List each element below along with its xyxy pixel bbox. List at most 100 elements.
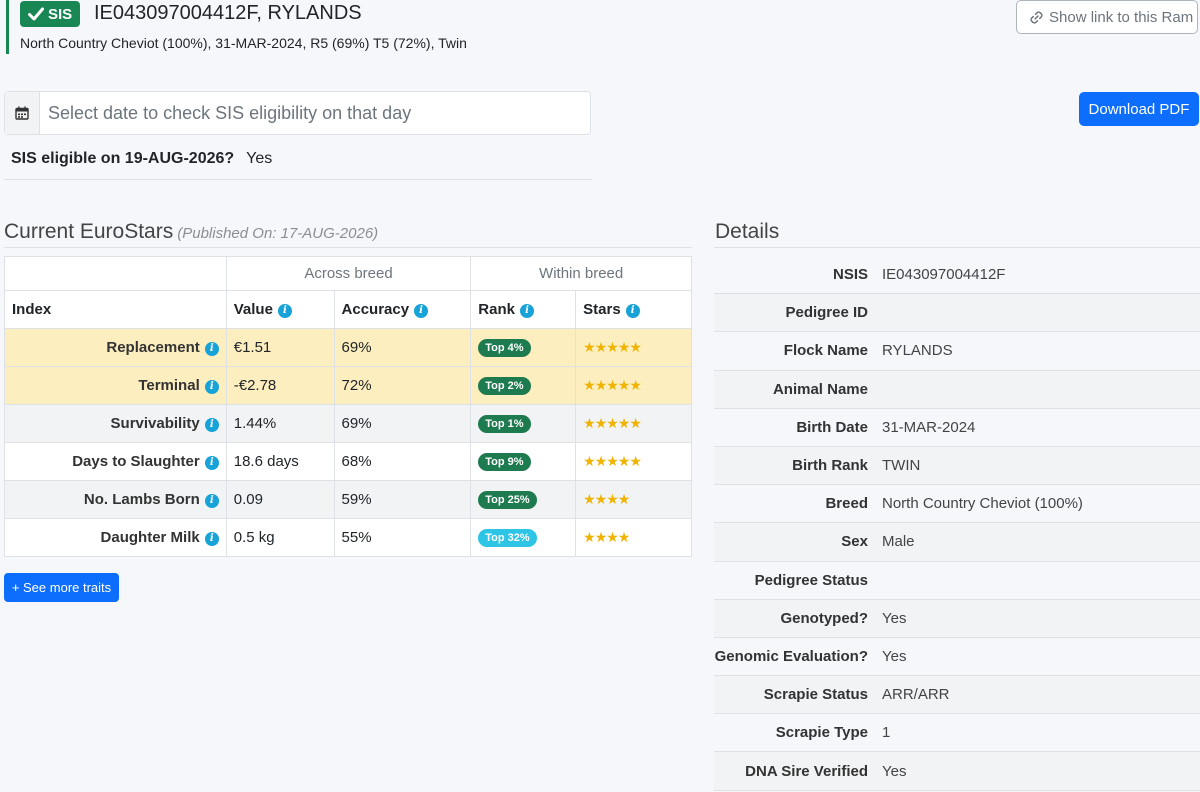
star-rating: ★★★★★ [583, 339, 642, 355]
detail-row: Sex Male [714, 523, 1200, 562]
info-icon[interactable]: i [204, 342, 219, 356]
detail-row: DNA Sire Verified Yes [714, 752, 1200, 791]
sis-eligibility: SIS eligible on 19-AUG-2026? Yes [11, 150, 272, 168]
detail-row: Pedigree Status [714, 562, 1200, 600]
detail-row: Genotyped? Yes [714, 599, 1200, 638]
info-icon[interactable]: i [204, 380, 219, 394]
info-icon[interactable]: i [414, 304, 429, 318]
index-accuracy: 72% [333, 366, 472, 405]
index-accuracy: 55% [333, 518, 472, 557]
info-icon[interactable]: i [277, 304, 292, 318]
detail-label: Birth Date [796, 418, 868, 436]
index-value: -€2.78 [225, 366, 335, 405]
detail-label: Genotyped? [780, 609, 868, 627]
index-value: 0.5 kg [225, 518, 335, 557]
detail-label: Animal Name [772, 380, 868, 398]
see-more-traits-button[interactable]: + See more traits [4, 573, 119, 602]
index-value: 1.44% [225, 404, 335, 443]
table-row: No. Lambs Born i 0.09 59% Top 25% ★★★★ [4, 480, 692, 519]
detail-label: Pedigree Status [754, 571, 868, 589]
check-icon [28, 7, 44, 21]
index-stars: ★★★★★ [575, 366, 692, 405]
info-icon[interactable]: i [204, 494, 219, 508]
detail-label: Genomic Evaluation? [714, 647, 868, 665]
index-name: Replacement i [4, 328, 227, 367]
col-header-stars: Stars i [575, 290, 692, 329]
detail-value: Yes [882, 609, 907, 627]
detail-value: IE043097004412F [882, 266, 1006, 284]
sis-badge-label: SIS [48, 5, 73, 23]
date-input[interactable] [40, 92, 590, 134]
table-row: Replacement i €1.51 69% Top 4% ★★★★★ [4, 328, 692, 367]
published-date: (Published On: 17-AUG-2026) [177, 225, 379, 242]
index-name: Terminal i [4, 366, 227, 405]
detail-row: Genomic Evaluation? Yes [714, 638, 1200, 677]
detail-label: NSIS [832, 266, 868, 284]
details-title: Details [715, 220, 780, 243]
group-header-empty [4, 256, 227, 291]
detail-label: Breed [825, 495, 868, 513]
index-value: 0.09 [225, 480, 335, 519]
index-accuracy: 69% [333, 404, 472, 443]
detail-value: Male [882, 533, 915, 551]
table-row: Daughter Milk i 0.5 kg 55% Top 32% ★★★★ [4, 518, 692, 557]
detail-label: Sex [841, 533, 868, 551]
detail-value: TWIN [882, 457, 921, 475]
eurostars-title: Current EuroStars (Published On: 17-AUG-2… [4, 220, 378, 244]
detail-row: Birth Rank TWIN [714, 446, 1200, 486]
eurostars-table: Across breed Within breed Index Value i A… [4, 256, 692, 557]
index-accuracy: 68% [333, 442, 472, 481]
detail-value: ARR/ARR [882, 686, 950, 704]
detail-row: Scrapie Status ARR/ARR [714, 676, 1200, 715]
animal-header: SIS IE043097004412F, RYLANDS North Count… [6, 0, 566, 54]
divider [4, 247, 692, 248]
info-icon[interactable]: i [204, 532, 219, 546]
index-stars: ★★★★★ [575, 328, 692, 367]
col-header-index: Index [4, 290, 227, 329]
info-icon[interactable]: i [204, 418, 219, 432]
index-accuracy: 59% [333, 480, 472, 519]
rank-badge: Top 4% [478, 339, 531, 357]
table-row: Survivability i 1.44% 69% Top 1% ★★★★★ [4, 404, 692, 443]
calendar-icon[interactable] [5, 92, 40, 134]
index-rank: Top 32% [470, 518, 577, 557]
animal-title: IE043097004412F, RYLANDS [94, 2, 362, 24]
table-row: Terminal i -€2.78 72% Top 2% ★★★★★ [4, 366, 692, 405]
detail-row: NSIS IE043097004412F [714, 256, 1200, 295]
info-icon[interactable]: i [204, 456, 219, 470]
index-rank: Top 4% [470, 328, 577, 367]
index-stars: ★★★★★ [575, 404, 692, 443]
rank-badge: Top 32% [478, 529, 537, 547]
animal-subtitle: North Country Cheviot (100%), 31-MAR-202… [20, 35, 467, 51]
link-icon [1030, 10, 1043, 24]
info-icon[interactable]: i [625, 304, 640, 318]
detail-label: DNA Sire Verified [745, 762, 868, 780]
index-value: 18.6 days [225, 442, 335, 481]
index-name: Survivability i [4, 404, 227, 443]
col-header-accuracy: Accuracy i [333, 290, 472, 329]
index-name: Days to Slaughter i [4, 442, 227, 481]
detail-value: RYLANDS [882, 342, 953, 360]
index-rank: Top 9% [470, 442, 577, 481]
info-icon[interactable]: i [519, 304, 534, 318]
detail-label: Birth Rank [792, 457, 868, 475]
rank-badge: Top 9% [478, 453, 531, 471]
divider [4, 179, 592, 180]
divider [714, 247, 1200, 248]
star-rating: ★★★★★ [583, 415, 642, 431]
index-value: €1.51 [225, 328, 335, 367]
detail-value: 1 [882, 724, 891, 742]
index-rank: Top 25% [470, 480, 577, 519]
show-link-button[interactable]: Show link to this Ram [1016, 0, 1198, 34]
show-link-label: Show link to this Ram [1049, 8, 1194, 26]
eligibility-question: SIS eligible on 19-AUG-2026? [11, 150, 235, 167]
col-header-rank: Rank i [470, 290, 577, 329]
group-header-across: Across breed [225, 256, 472, 291]
date-picker[interactable] [4, 91, 591, 135]
detail-row: Birth Date 31-MAR-2024 [714, 409, 1200, 447]
detail-row: Pedigree ID [714, 294, 1200, 333]
rank-badge: Top 2% [478, 377, 531, 395]
details-list: NSIS IE043097004412F Pedigree ID Flock Name… [714, 256, 1200, 791]
star-rating: ★★★★ [583, 529, 630, 545]
download-pdf-button[interactable]: Download PDF [1079, 92, 1199, 126]
